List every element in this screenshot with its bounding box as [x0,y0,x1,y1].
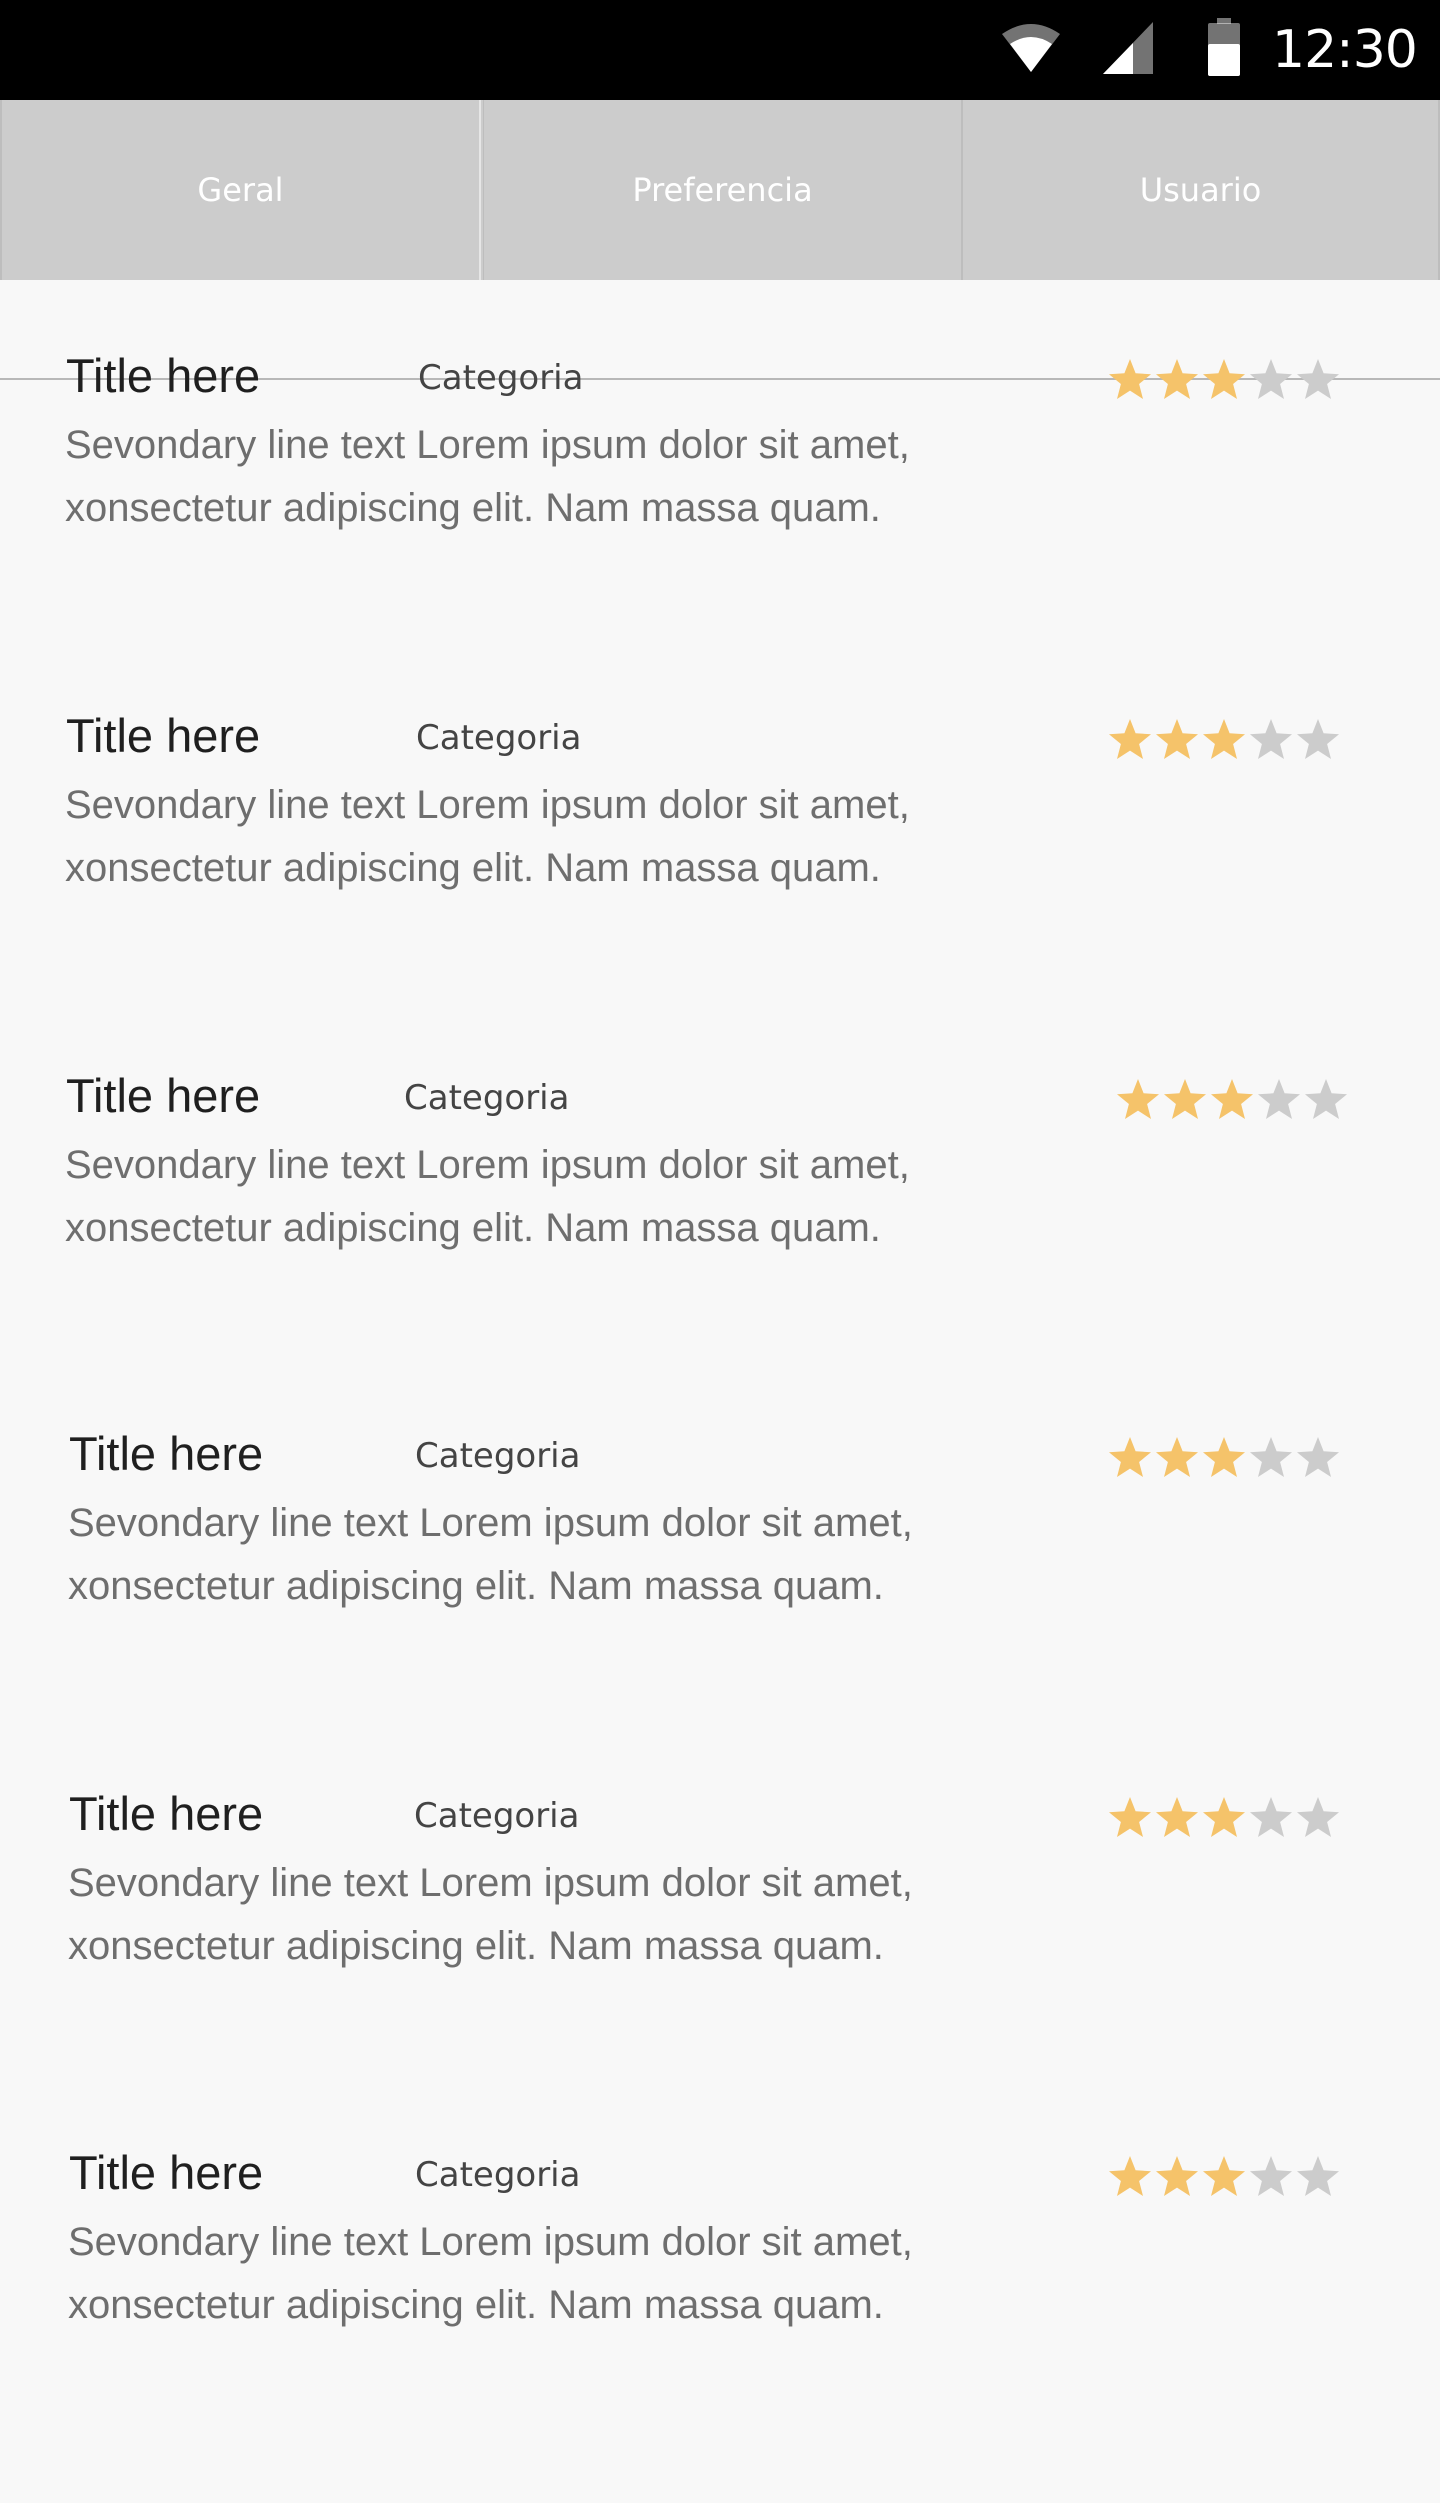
item-title: Title here [69,1427,264,1480]
item-secondary-line-1: Sevondary line text Lorem ipsum dolor si… [65,423,910,467]
item-title: Title here [69,2146,264,2199]
star-filled-icon [1156,359,1198,399]
item-secondary-line-2: xonsectetur adipiscing elit. Nam massa q… [65,846,881,890]
star-filled-icon [1156,2156,1198,2196]
list-item[interactable]: Title here Categoria Sevondary line text… [0,1424,1440,1784]
list-item[interactable]: Title here Categoria Sevondary line text… [0,346,1440,706]
star-rating [1108,2155,1340,2205]
star-filled-icon [1156,1437,1198,1477]
star-filled-icon [1109,719,1151,759]
star-rating [1108,718,1340,768]
star-empty-icon [1250,1437,1292,1477]
item-title: Title here [66,709,261,762]
item-title: Title here [66,1069,261,1122]
star-empty-icon [1250,1797,1292,1837]
status-bar: 12:30 [0,0,1440,100]
item-secondary-text: Sevondary line text Lorem ipsum dolor si… [68,2211,1068,2337]
star-empty-icon [1297,1437,1339,1477]
star-empty-icon [1250,2156,1292,2196]
tab-usuario[interactable]: Usuario [963,100,1440,280]
tab-geral[interactable]: Geral [0,100,481,280]
item-secondary-line-2: xonsectetur adipiscing elit. Nam massa q… [65,1206,881,1250]
star-filled-icon [1156,719,1198,759]
item-secondary-text: Sevondary line text Lorem ipsum dolor si… [68,1852,1068,1978]
star-rating [1116,1078,1348,1128]
item-secondary-line-1: Sevondary line text Lorem ipsum dolor si… [68,2220,913,2264]
item-category: Categoria [404,1078,570,1118]
item-secondary-line-1: Sevondary line text Lorem ipsum dolor si… [68,1501,913,1545]
star-rating [1108,1796,1340,1846]
star-empty-icon [1250,719,1292,759]
star-filled-icon [1117,1079,1159,1119]
star-filled-icon [1211,1079,1253,1119]
item-secondary-text: Sevondary line text Lorem ipsum dolor si… [68,1492,1068,1618]
item-category: Categoria [416,718,582,758]
star-filled-icon [1203,359,1245,399]
star-empty-icon [1297,359,1339,399]
wifi-icon [1002,24,1060,72]
star-filled-icon [1203,719,1245,759]
item-secondary-line-1: Sevondary line text Lorem ipsum dolor si… [65,783,910,827]
list-item[interactable]: Title here Categoria Sevondary line text… [0,1066,1440,1426]
item-secondary-line-2: xonsectetur adipiscing elit. Nam massa q… [68,1924,884,1968]
star-rating [1108,1436,1340,1486]
item-category: Categoria [415,1436,581,1476]
item-category: Categoria [414,1796,580,1836]
list-item[interactable]: Title here Categoria Sevondary line text… [0,706,1440,1066]
item-secondary-line-1: Sevondary line text Lorem ipsum dolor si… [65,1143,910,1187]
star-empty-icon [1297,2156,1339,2196]
list-item[interactable]: Title here Categoria Sevondary line text… [0,1784,1440,2144]
star-filled-icon [1109,359,1151,399]
item-secondary-text: Sevondary line text Lorem ipsum dolor si… [65,414,1065,540]
battery-icon [1208,18,1240,76]
item-title: Title here [66,349,261,402]
tab-bar: Geral Preferencia Usuario [0,100,1440,380]
cellular-signal-icon [1103,22,1153,74]
item-secondary-line-2: xonsectetur adipiscing elit. Nam massa q… [65,486,881,530]
star-empty-icon [1258,1079,1300,1119]
item-secondary-text: Sevondary line text Lorem ipsum dolor si… [65,1134,1065,1260]
star-empty-icon [1250,359,1292,399]
item-secondary-line-2: xonsectetur adipiscing elit. Nam massa q… [68,1564,884,1608]
star-filled-icon [1203,1437,1245,1477]
star-filled-icon [1203,1797,1245,1837]
star-empty-icon [1305,1079,1347,1119]
star-empty-icon [1297,719,1339,759]
star-filled-icon [1109,1797,1151,1837]
item-secondary-line-2: xonsectetur adipiscing elit. Nam massa q… [68,2283,884,2327]
item-category: Categoria [415,2155,581,2195]
star-filled-icon [1156,1797,1198,1837]
star-empty-icon [1297,1797,1339,1837]
star-filled-icon [1109,1437,1151,1477]
star-filled-icon [1164,1079,1206,1119]
star-rating [1108,358,1340,408]
list-item[interactable]: Title here Categoria Sevondary line text… [0,2143,1440,2503]
tab-preferencia[interactable]: Preferencia [483,100,963,280]
item-secondary-line-1: Sevondary line text Lorem ipsum dolor si… [68,1861,913,1905]
status-clock: 12:30 [1272,20,1418,80]
item-title: Title here [69,1787,264,1840]
star-filled-icon [1109,2156,1151,2196]
item-category: Categoria [418,358,584,398]
star-filled-icon [1203,2156,1245,2196]
item-secondary-text: Sevondary line text Lorem ipsum dolor si… [65,774,1065,900]
